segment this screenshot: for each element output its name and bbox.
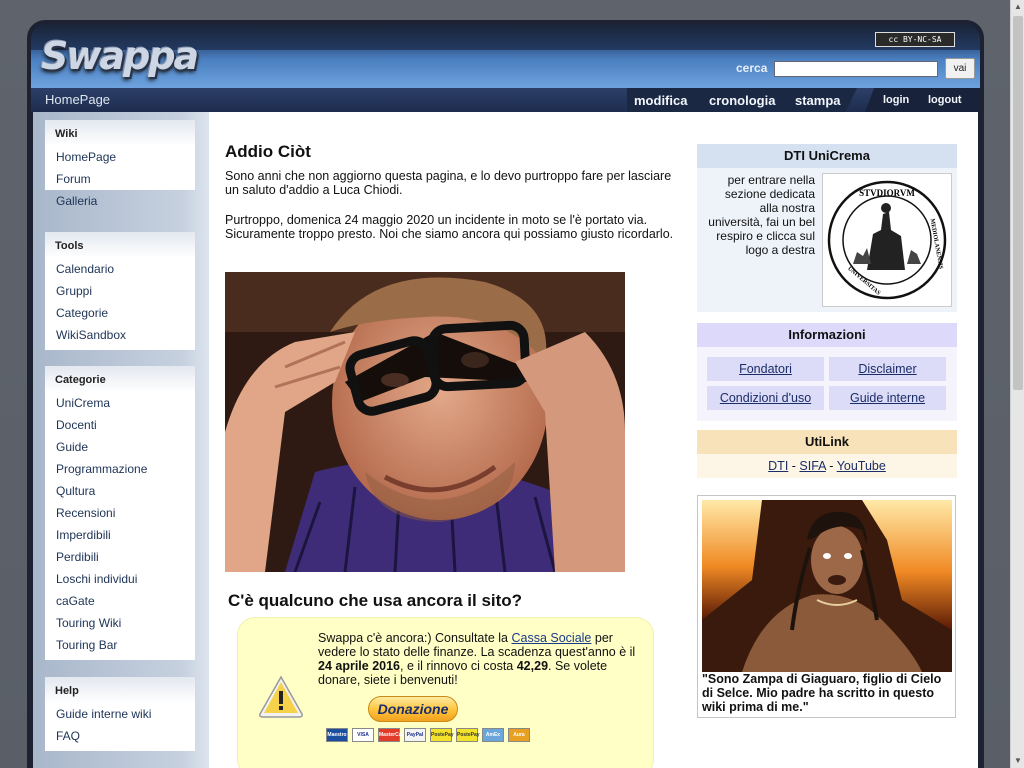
svg-text:STVDIORVM: STVDIORVM — [859, 188, 915, 198]
renewal-amount: 42,29 — [516, 659, 549, 673]
sidebar-item-faq[interactable]: FAQ — [45, 725, 195, 747]
aura-card-icon: Aura — [508, 728, 530, 742]
donation-box: Swappa c'è ancora:) Consultate la Cassa … — [237, 617, 654, 768]
maestro-card-icon: Maestro — [326, 728, 348, 742]
dti-link[interactable]: DTI — [768, 459, 788, 473]
sidebar-box-tools: Tools Calendario Gruppi Categorie WikiSa… — [45, 232, 195, 350]
sidebar-box-categorie: Categorie UniCrema Docenti Guide Program… — [45, 366, 195, 660]
sidebar-item-recensioni[interactable]: Recensioni — [45, 502, 195, 524]
sidebar-item-imperdibili[interactable]: Imperdibili — [45, 524, 195, 546]
quote-text: "Sono Zampa di Giaguaro, figlio di Cielo… — [702, 672, 942, 714]
dti-description: per entrare nella sezione dedicata alla … — [708, 173, 815, 257]
sidebar-item-loschi-individui[interactable]: Loschi individui — [45, 568, 195, 590]
site-header: Swappa cc BY-NC-SA cerca vai — [31, 24, 980, 88]
tab-stampa[interactable]: stampa — [795, 93, 841, 108]
payment-cards: Maestro VISA MasterCard PayPal PostePay … — [326, 728, 530, 742]
sidebar-item-galleria[interactable]: Galleria — [45, 190, 195, 212]
license-badge[interactable]: cc BY-NC-SA — [875, 32, 955, 47]
sidebar-item-guide[interactable]: Guide — [45, 436, 195, 458]
warning-icon — [258, 674, 304, 720]
tab-modifica[interactable]: modifica — [634, 93, 687, 108]
sidebar-heading: Tools — [45, 232, 195, 258]
postepay-icon: PostePay — [456, 728, 480, 742]
cassa-sociale-link[interactable]: Cassa Sociale — [511, 631, 591, 645]
mastercard-icon: MasterCard — [378, 728, 407, 742]
dti-box: DTI UniCrema per entrare nella sezione d… — [697, 144, 957, 312]
scroll-thumb[interactable] — [1013, 16, 1023, 390]
page-name-link[interactable]: HomePage — [45, 92, 110, 107]
youtube-link[interactable]: YouTube — [837, 459, 886, 473]
dti-box-title: DTI UniCrema — [697, 144, 957, 168]
sidebar-heading: Wiki — [45, 120, 195, 146]
sidebar-item-forum[interactable]: Forum — [45, 168, 195, 190]
donation-text: Swappa c'è ancora:) Consultate la Cassa … — [318, 631, 636, 687]
sidebar-item-categorie[interactable]: Categorie — [45, 302, 195, 324]
login-link[interactable]: login — [883, 94, 909, 106]
memorial-photo — [225, 272, 625, 572]
sidebar-item-calendario[interactable]: Calendario — [45, 258, 195, 280]
sidebar-item-unicrema[interactable]: UniCrema — [45, 392, 195, 414]
section-title-site-usage: C'è qualcuno che usa ancora il sito? — [228, 591, 523, 610]
search-input[interactable] — [774, 61, 938, 77]
sidebar-heading: Help — [45, 677, 195, 703]
page-title: Addio Ciòt — [225, 142, 311, 161]
fondatori-link[interactable]: Fondatori — [707, 357, 824, 381]
sidebar-item-homepage[interactable]: HomePage — [45, 146, 195, 168]
sidebar-item-docenti[interactable]: Docenti — [45, 414, 195, 436]
scroll-up-arrow-icon[interactable]: ▲ — [1011, 0, 1024, 14]
amex-card-icon: AmEx — [482, 728, 504, 742]
site-logo[interactable]: Swappa — [41, 34, 199, 78]
paypal-icon: PayPal — [404, 728, 426, 742]
sidebar-item-qultura[interactable]: Qultura — [45, 480, 195, 502]
sidebar-item-gruppi[interactable]: Gruppi — [45, 280, 195, 302]
utilink-box-title: UtiLink — [697, 430, 957, 454]
sidebar-item-wikisandbox[interactable]: WikiSandbox — [45, 324, 195, 346]
vertical-scrollbar[interactable]: ▲ ▼ — [1010, 0, 1024, 768]
condizioni-uso-link[interactable]: Condizioni d'uso — [707, 386, 824, 410]
sidebar-item-touring-wiki[interactable]: Touring Wiki — [45, 612, 195, 634]
university-seal-logo[interactable]: STVDIORVM MEDIOLANENSIS UNIVERSITAS — [822, 173, 952, 307]
navbar: HomePage modifica cronologia stampa logi… — [31, 88, 980, 112]
guide-interne-link[interactable]: Guide interne — [829, 386, 946, 410]
info-box-title: Informazioni — [697, 323, 957, 347]
deadline-date: 24 aprile 2016 — [318, 659, 401, 673]
tab-cronologia[interactable]: cronologia — [709, 93, 775, 108]
sidebar: Wiki HomePage Forum Galleria Tools Calen… — [33, 112, 209, 768]
sidebar-item-cagate[interactable]: caGate — [45, 590, 195, 612]
sifa-link[interactable]: SIFA — [799, 459, 825, 473]
memorial-paragraph: Purtroppo, domenica 24 maggio 2020 un in… — [225, 213, 674, 241]
logout-link[interactable]: logout — [928, 94, 962, 106]
page-actions: modifica cronologia stampa — [627, 88, 857, 112]
sidebar-heading: Categorie — [45, 366, 195, 392]
scroll-down-arrow-icon[interactable]: ▼ — [1011, 754, 1024, 768]
quote-image — [702, 500, 952, 672]
sidebar-box-wiki: Wiki HomePage Forum Galleria — [45, 120, 195, 208]
quote-box: "Sono Zampa di Giaguaro, figlio di Cielo… — [697, 495, 956, 718]
donate-button[interactable]: Donazione — [368, 696, 458, 722]
search-button[interactable]: vai — [945, 58, 975, 79]
search-label: cerca — [736, 61, 768, 75]
disclaimer-link[interactable]: Disclaimer — [829, 357, 946, 381]
info-box: Informazioni Fondatori Disclaimer Condiz… — [697, 323, 957, 421]
user-actions: login logout — [865, 88, 980, 112]
sidebar-item-perdibili[interactable]: Perdibili — [45, 546, 195, 568]
sidebar-item-touring-bar[interactable]: Touring Bar — [45, 634, 195, 656]
visa-card-icon: VISA — [352, 728, 374, 742]
postepay-icon: PostePay — [430, 728, 454, 742]
sidebar-item-programmazione[interactable]: Programmazione — [45, 458, 195, 480]
sidebar-box-help: Help Guide interne wiki FAQ — [45, 677, 195, 751]
sidebar-item-guide-interne-wiki[interactable]: Guide interne wiki — [45, 703, 195, 725]
utilink-box: UtiLink DTI - SIFA - YouTube — [697, 430, 957, 478]
intro-paragraph: Sono anni che non aggiorno questa pagina… — [225, 169, 672, 197]
